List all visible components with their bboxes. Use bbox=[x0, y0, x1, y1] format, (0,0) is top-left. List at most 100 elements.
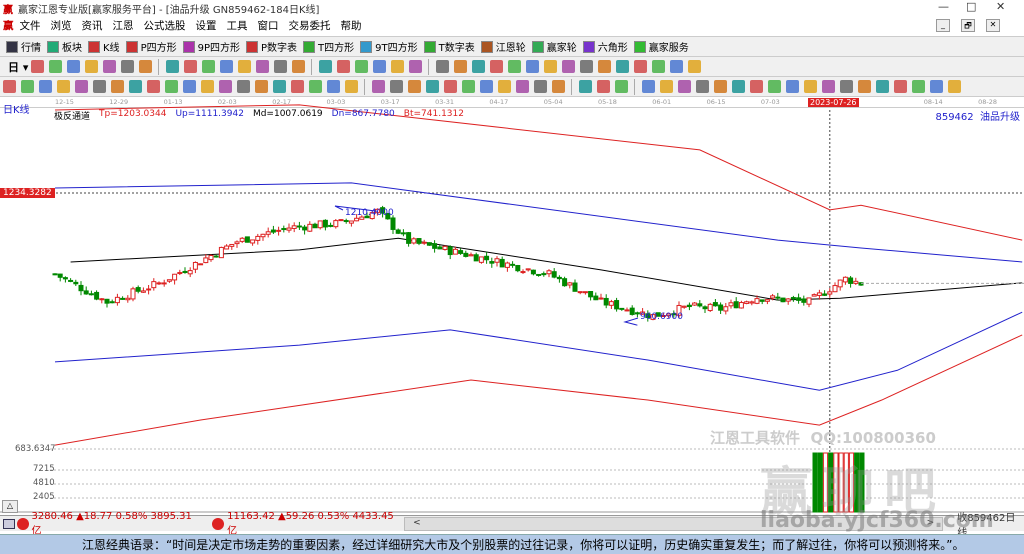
candle-body bbox=[530, 269, 536, 275]
candle-body bbox=[780, 297, 786, 303]
candle-body bbox=[57, 273, 63, 278]
candle-body bbox=[52, 273, 58, 276]
candle-body bbox=[494, 258, 500, 263]
candle-body bbox=[681, 305, 687, 308]
candle-body bbox=[801, 298, 807, 303]
candle-body bbox=[255, 235, 261, 241]
candle-body bbox=[686, 304, 692, 308]
candle-body bbox=[156, 282, 162, 285]
candle-body bbox=[68, 279, 74, 282]
candle-body bbox=[437, 246, 443, 250]
candle-body bbox=[510, 263, 516, 266]
candle-body bbox=[447, 246, 453, 256]
candle-body bbox=[88, 293, 94, 296]
candle-body bbox=[125, 297, 131, 301]
candle-body bbox=[213, 255, 219, 258]
candle-body bbox=[468, 254, 474, 257]
indicator-name: 极反通道 bbox=[54, 112, 91, 122]
candle-body bbox=[296, 225, 302, 228]
candle-body bbox=[723, 306, 729, 312]
candle-body bbox=[718, 304, 724, 311]
quote-table-icon[interactable] bbox=[3, 518, 15, 529]
candle-body bbox=[603, 297, 609, 306]
indicator-line-Dn bbox=[54, 311, 1023, 391]
candle-body bbox=[577, 291, 583, 294]
candle-body bbox=[286, 227, 292, 231]
candle-body bbox=[130, 288, 136, 300]
indicator-line-Up bbox=[54, 182, 1023, 263]
candle-body bbox=[692, 302, 698, 306]
candle-body bbox=[536, 273, 542, 276]
candle-body bbox=[229, 243, 235, 247]
sz-index-icon bbox=[212, 517, 225, 530]
candle-body bbox=[224, 245, 230, 250]
candle-body bbox=[218, 246, 224, 259]
candle-body bbox=[244, 236, 250, 243]
expand-panel-button[interactable]: △ bbox=[2, 500, 18, 513]
candle-body bbox=[62, 277, 68, 280]
candle-body bbox=[598, 297, 604, 300]
candle-body bbox=[738, 302, 744, 309]
candle-body bbox=[842, 276, 848, 283]
candle-body bbox=[551, 271, 557, 278]
candle-body bbox=[520, 271, 526, 274]
crosshair-price-label: 1234.3282 bbox=[0, 188, 55, 198]
candle-body bbox=[416, 238, 422, 244]
candle-body bbox=[78, 284, 84, 292]
low-mark-line bbox=[623, 317, 639, 326]
low-axis-label: 683.6347 bbox=[15, 444, 56, 454]
candle-body bbox=[572, 282, 578, 292]
indicator-line-Tp bbox=[54, 104, 1023, 241]
candle-body bbox=[806, 297, 812, 305]
candle-body bbox=[764, 299, 770, 302]
scroll-left-icon[interactable]: < bbox=[413, 518, 421, 530]
candle-body bbox=[338, 219, 344, 222]
candle-body bbox=[796, 297, 802, 301]
candle-body bbox=[234, 241, 240, 245]
horizontal-scrollbar[interactable]: < > bbox=[404, 516, 944, 531]
candle-body bbox=[270, 229, 276, 233]
candle-body bbox=[203, 257, 209, 264]
candle-body bbox=[541, 273, 547, 276]
candle-body bbox=[281, 228, 287, 231]
candle-body bbox=[307, 223, 313, 232]
vol-axis-2: 4810 bbox=[33, 478, 55, 488]
candle-body bbox=[395, 229, 401, 234]
indicator-dn: Dn=867.7780 bbox=[331, 109, 395, 119]
candle-body bbox=[827, 291, 833, 295]
candle-body bbox=[822, 293, 828, 296]
candle-body bbox=[400, 232, 406, 235]
low-price-mark: 960.6900 bbox=[640, 312, 683, 322]
candle-body bbox=[250, 239, 256, 244]
candle-body bbox=[458, 250, 464, 254]
candle-body bbox=[239, 237, 245, 242]
candle-body bbox=[328, 224, 334, 227]
candle-body bbox=[525, 268, 531, 271]
panel-label: 日K线 bbox=[3, 105, 30, 116]
candle-body bbox=[83, 290, 89, 295]
candle-body bbox=[312, 223, 318, 229]
sh-index-status: 3280.46 ▲18.77 0.58% 3895.31亿 bbox=[31, 510, 192, 537]
candle-body bbox=[322, 219, 328, 228]
candle-body bbox=[567, 282, 573, 286]
candle-body bbox=[484, 255, 490, 261]
indicator-md: Md=1007.0619 bbox=[252, 109, 323, 119]
candle-body bbox=[109, 301, 115, 304]
candle-body bbox=[192, 261, 198, 270]
candle-body bbox=[348, 220, 354, 224]
candle-body bbox=[728, 302, 734, 307]
candle-body bbox=[562, 278, 568, 287]
candle-body bbox=[198, 263, 204, 266]
candle-body bbox=[291, 225, 297, 229]
candle-body bbox=[504, 262, 510, 268]
candle-body bbox=[754, 298, 760, 304]
candle-body bbox=[712, 302, 718, 307]
candle-body bbox=[317, 220, 323, 229]
scroll-right-icon[interactable]: > bbox=[927, 518, 935, 530]
candle-body bbox=[582, 291, 588, 294]
candle-body bbox=[473, 254, 479, 262]
candle-body bbox=[390, 217, 396, 230]
candle-body bbox=[634, 312, 640, 315]
candle-body bbox=[120, 297, 126, 300]
candle-body bbox=[707, 303, 713, 312]
